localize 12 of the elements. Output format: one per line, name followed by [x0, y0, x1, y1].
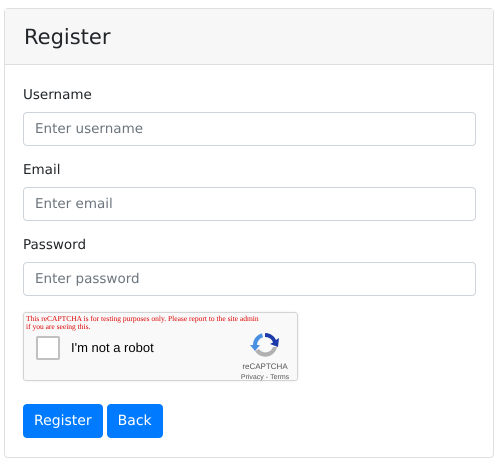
- field-label: Username: [23, 87, 92, 103]
- captcha-checkbox[interactable]: [36, 336, 60, 360]
- field-label: Email: [23, 162, 60, 178]
- back-button[interactable]: Back: [106, 404, 163, 438]
- input-field[interactable]: Enter email: [23, 187, 476, 221]
- input-field[interactable]: Enter username: [23, 112, 476, 146]
- captcha-label: I'm not a robot: [71, 340, 154, 355]
- field-label: Password: [23, 237, 86, 253]
- captcha-brand: reCAPTCHA: [242, 362, 288, 371]
- card-title: Register: [24, 24, 110, 48]
- input-field[interactable]: Enter password: [23, 262, 476, 296]
- register-button[interactable]: Register: [23, 404, 103, 438]
